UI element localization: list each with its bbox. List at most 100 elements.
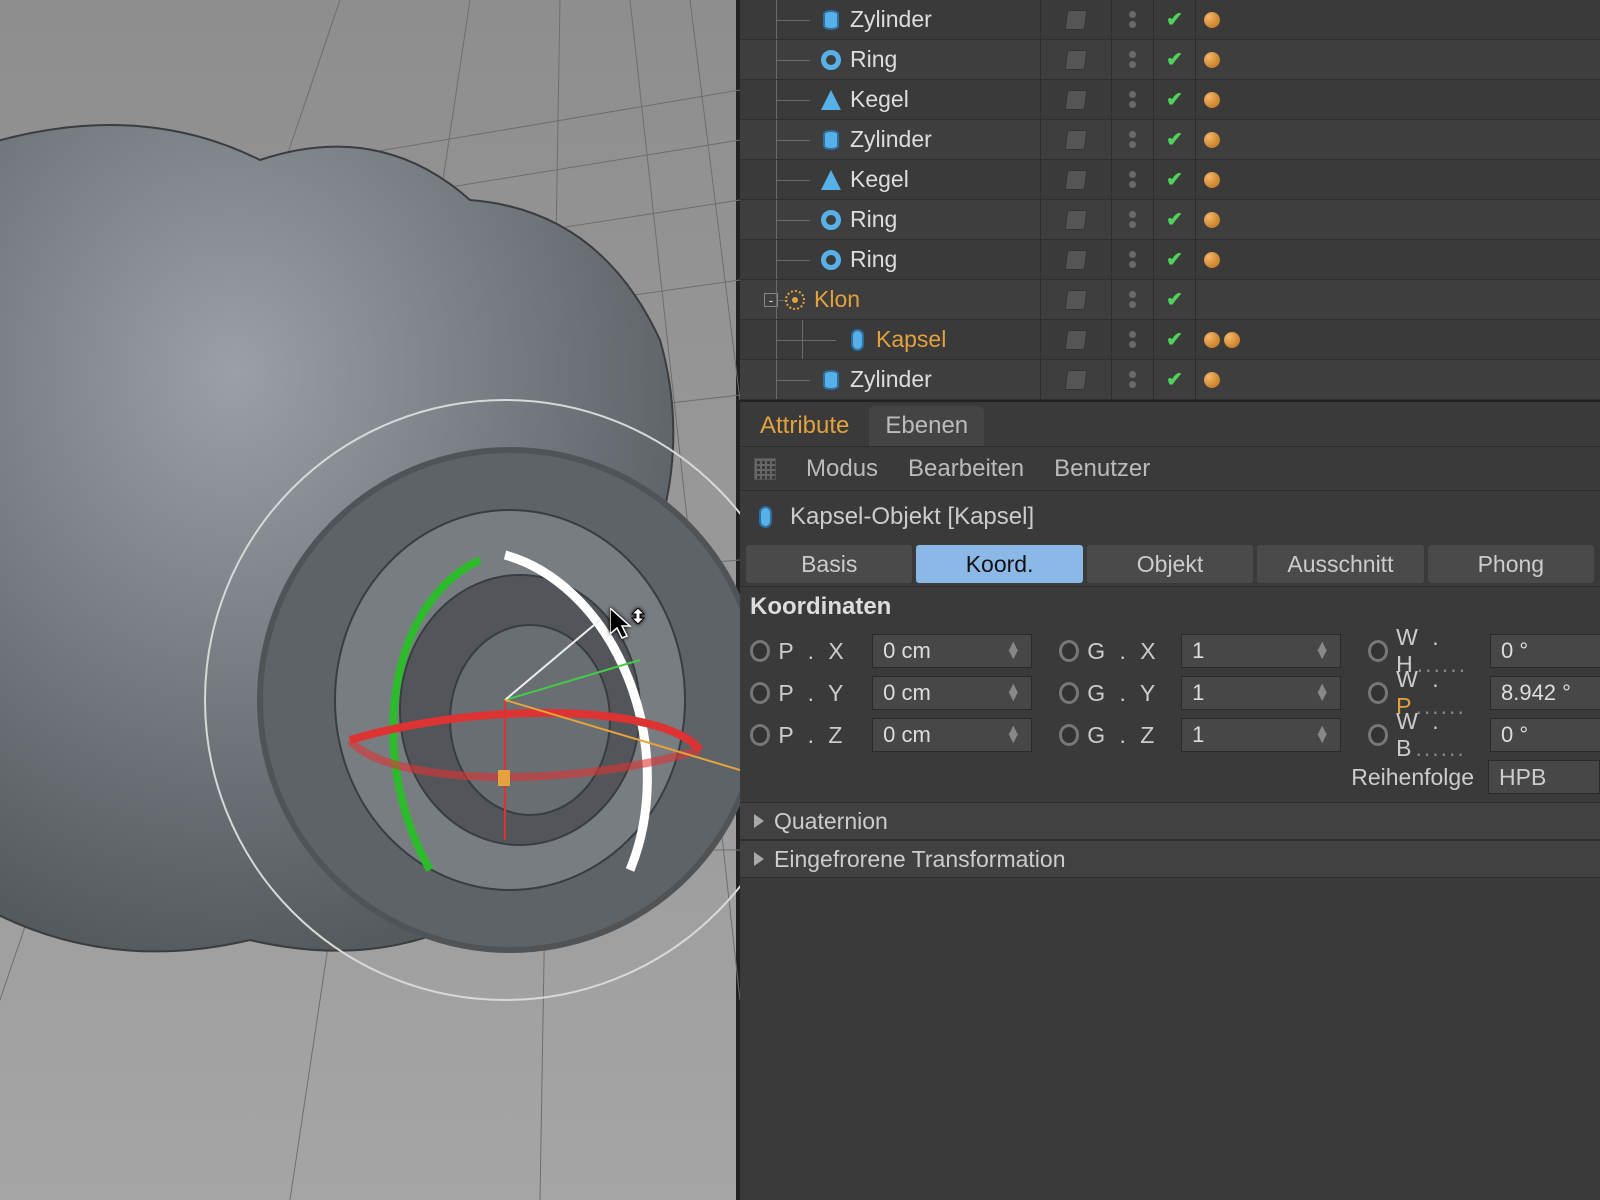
hierarchy-row[interactable]: -Klon✔ bbox=[740, 280, 1600, 320]
hierarchy-item-label[interactable]: Zylinder bbox=[850, 366, 932, 393]
hierarchy-item-label[interactable]: Ring bbox=[850, 46, 897, 73]
tag-area[interactable] bbox=[1196, 212, 1220, 228]
enable-toggle[interactable]: ✔ bbox=[1154, 160, 1196, 199]
visibility-toggle[interactable] bbox=[1112, 200, 1154, 239]
phong-tag-icon[interactable] bbox=[1204, 132, 1220, 148]
input-pz[interactable]: 0 cm▲▼ bbox=[872, 718, 1032, 752]
input-gx[interactable]: 1▲▼ bbox=[1181, 634, 1341, 668]
input-wh[interactable]: 0 ° bbox=[1490, 634, 1600, 668]
phong-tag-icon[interactable] bbox=[1224, 332, 1240, 348]
tag-area[interactable] bbox=[1196, 172, 1220, 188]
anim-radio-wh[interactable] bbox=[1368, 640, 1388, 662]
tag-area[interactable] bbox=[1196, 92, 1220, 108]
tag-area[interactable] bbox=[1196, 332, 1240, 348]
fold-frozen-transform[interactable]: Eingefrorene Transformation bbox=[740, 840, 1600, 878]
input-gz[interactable]: 1▲▼ bbox=[1181, 718, 1341, 752]
visibility-toggle[interactable] bbox=[1112, 280, 1154, 319]
layer-swatch[interactable] bbox=[1040, 0, 1112, 39]
viewport-3d[interactable] bbox=[0, 0, 740, 1200]
hierarchy-item-label[interactable]: Kegel bbox=[850, 166, 909, 193]
hierarchy-row[interactable]: Zylinder ✔ bbox=[740, 0, 1600, 40]
hierarchy-item-label[interactable]: Ring bbox=[850, 206, 897, 233]
hierarchy-row[interactable]: Zylinder ✔ bbox=[740, 360, 1600, 400]
input-gy[interactable]: 1▲▼ bbox=[1181, 676, 1341, 710]
hierarchy-row[interactable]: Ring ✔ bbox=[740, 40, 1600, 80]
tag-area[interactable] bbox=[1196, 12, 1220, 28]
enable-toggle[interactable]: ✔ bbox=[1154, 120, 1196, 159]
visibility-toggle[interactable] bbox=[1112, 0, 1154, 39]
tag-area[interactable] bbox=[1196, 372, 1220, 388]
tab-objekt[interactable]: Objekt bbox=[1087, 545, 1253, 583]
layer-swatch[interactable] bbox=[1040, 120, 1112, 159]
phong-tag-icon[interactable] bbox=[1204, 12, 1220, 28]
visibility-toggle[interactable] bbox=[1112, 120, 1154, 159]
hierarchy-item-label[interactable]: Klon bbox=[814, 286, 860, 313]
anim-radio-py[interactable] bbox=[750, 682, 770, 704]
layer-swatch[interactable] bbox=[1040, 280, 1112, 319]
input-py[interactable]: 0 cm▲▼ bbox=[872, 676, 1032, 710]
layer-swatch[interactable] bbox=[1040, 200, 1112, 239]
lock-grid-icon[interactable] bbox=[754, 458, 776, 480]
enable-toggle[interactable]: ✔ bbox=[1154, 240, 1196, 279]
tag-area[interactable] bbox=[1196, 132, 1220, 148]
anim-radio-wp[interactable] bbox=[1368, 682, 1388, 704]
anim-radio-gz[interactable] bbox=[1059, 724, 1079, 746]
hierarchy-row[interactable]: Kapsel ✔ bbox=[740, 320, 1600, 360]
hierarchy-row[interactable]: Kegel ✔ bbox=[740, 80, 1600, 120]
layer-swatch[interactable] bbox=[1040, 360, 1112, 399]
layer-swatch[interactable] bbox=[1040, 240, 1112, 279]
phong-tag-icon[interactable] bbox=[1204, 332, 1220, 348]
visibility-toggle[interactable] bbox=[1112, 80, 1154, 119]
anim-radio-gx[interactable] bbox=[1059, 640, 1079, 662]
layer-swatch[interactable] bbox=[1040, 320, 1112, 359]
layer-swatch[interactable] bbox=[1040, 40, 1112, 79]
phong-tag-icon[interactable] bbox=[1204, 372, 1220, 388]
enable-toggle[interactable]: ✔ bbox=[1154, 280, 1196, 319]
tab-basis[interactable]: Basis bbox=[746, 545, 912, 583]
phong-tag-icon[interactable] bbox=[1204, 52, 1220, 68]
menu-benutzer[interactable]: Benutzer bbox=[1054, 455, 1150, 483]
layer-swatch[interactable] bbox=[1040, 80, 1112, 119]
object-manager[interactable]: Zylinder ✔ Ring ✔ Kegel ✔ Zylinder ✔ Kegel ✔ Ring ✔… bbox=[740, 0, 1600, 402]
enable-toggle[interactable]: ✔ bbox=[1154, 360, 1196, 399]
phong-tag-icon[interactable] bbox=[1204, 252, 1220, 268]
tab-ebenen[interactable]: Ebenen bbox=[869, 406, 984, 446]
anim-radio-px[interactable] bbox=[750, 640, 770, 662]
enable-toggle[interactable]: ✔ bbox=[1154, 320, 1196, 359]
enable-toggle[interactable]: ✔ bbox=[1154, 80, 1196, 119]
select-rotation-order[interactable]: HPB bbox=[1488, 760, 1600, 794]
menu-modus[interactable]: Modus bbox=[806, 455, 878, 483]
visibility-toggle[interactable] bbox=[1112, 320, 1154, 359]
visibility-toggle[interactable] bbox=[1112, 160, 1154, 199]
phong-tag-icon[interactable] bbox=[1204, 212, 1220, 228]
visibility-toggle[interactable] bbox=[1112, 240, 1154, 279]
anim-radio-wb[interactable] bbox=[1368, 724, 1388, 746]
hierarchy-item-label[interactable]: Kapsel bbox=[876, 326, 946, 353]
hierarchy-item-label[interactable]: Ring bbox=[850, 246, 897, 273]
visibility-toggle[interactable] bbox=[1112, 360, 1154, 399]
enable-toggle[interactable]: ✔ bbox=[1154, 0, 1196, 39]
tab-ausschnitt[interactable]: Ausschnitt bbox=[1257, 545, 1423, 583]
menu-bearbeiten[interactable]: Bearbeiten bbox=[908, 455, 1024, 483]
hierarchy-item-label[interactable]: Zylinder bbox=[850, 6, 932, 33]
fold-quaternion[interactable]: Quaternion bbox=[740, 802, 1600, 840]
tab-koord[interactable]: Koord. bbox=[916, 545, 1082, 583]
layer-swatch[interactable] bbox=[1040, 160, 1112, 199]
hierarchy-row[interactable]: Zylinder ✔ bbox=[740, 120, 1600, 160]
enable-toggle[interactable]: ✔ bbox=[1154, 40, 1196, 79]
hierarchy-row[interactable]: Ring ✔ bbox=[740, 200, 1600, 240]
input-wp[interactable]: 8.942 ° bbox=[1490, 676, 1600, 710]
input-px[interactable]: 0 cm▲▼ bbox=[872, 634, 1032, 668]
hierarchy-row[interactable]: Ring ✔ bbox=[740, 240, 1600, 280]
anim-radio-pz[interactable] bbox=[750, 724, 770, 746]
tab-attribute[interactable]: Attribute bbox=[744, 406, 865, 446]
tag-area[interactable] bbox=[1196, 252, 1220, 268]
anim-radio-gy[interactable] bbox=[1059, 682, 1079, 704]
input-wb[interactable]: 0 ° bbox=[1490, 718, 1600, 752]
hierarchy-item-label[interactable]: Kegel bbox=[850, 86, 909, 113]
visibility-toggle[interactable] bbox=[1112, 40, 1154, 79]
enable-toggle[interactable]: ✔ bbox=[1154, 200, 1196, 239]
phong-tag-icon[interactable] bbox=[1204, 92, 1220, 108]
tab-phong[interactable]: Phong bbox=[1428, 545, 1594, 583]
hierarchy-item-label[interactable]: Zylinder bbox=[850, 126, 932, 153]
